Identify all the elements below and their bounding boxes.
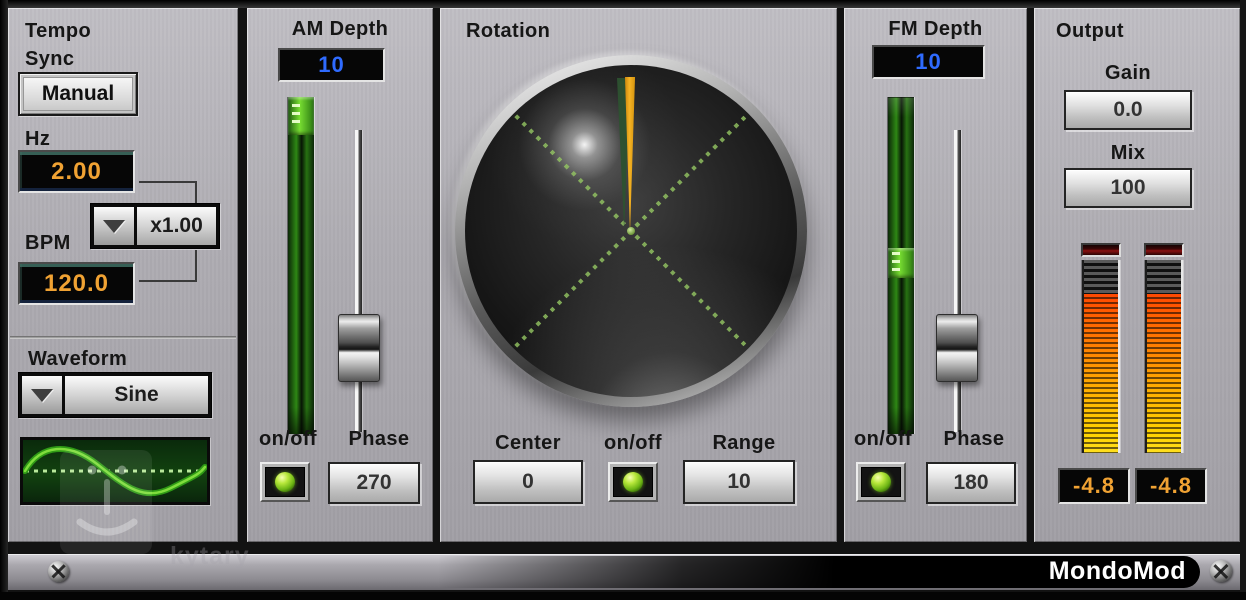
am-mod-meter-ticks	[292, 104, 300, 128]
chevron-down-icon	[31, 389, 53, 402]
frame-edge-right	[1240, 0, 1246, 600]
rotation-ball[interactable]	[465, 65, 797, 397]
rotation-hub-icon	[627, 227, 635, 235]
multiplier-dropdown-button[interactable]	[94, 207, 134, 245]
waveform-label: Waveform	[28, 348, 127, 371]
am-depth-label: AM Depth	[247, 18, 433, 41]
left-meter-headroom	[1084, 260, 1118, 294]
bpm-multiplier-connector	[139, 250, 197, 282]
center-label: Center	[480, 432, 576, 455]
range-field[interactable]: 10	[683, 460, 795, 504]
right-meter-level	[1147, 294, 1181, 453]
output-panel: Output Gain 0.0 Mix 100 -4.8 -4.8	[1034, 8, 1240, 542]
am-phase-field[interactable]: 270	[328, 462, 420, 504]
sine-wave-graphic	[23, 440, 207, 502]
sync-label: Sync	[25, 48, 74, 71]
rotation-ball-rim	[455, 55, 807, 407]
rotation-led-icon	[623, 472, 643, 492]
output-label: Output	[1056, 20, 1124, 43]
fm-led-icon	[871, 472, 891, 492]
left-meter-level	[1084, 294, 1118, 453]
waveform-selected-value[interactable]: Sine	[65, 376, 208, 414]
rotation-onoff-label: on/off	[592, 432, 674, 455]
waveform-scope-display	[20, 437, 210, 505]
mix-field[interactable]: 100	[1064, 168, 1192, 208]
fm-depth-slider-track[interactable]	[954, 130, 961, 432]
screw-icon	[1210, 560, 1232, 582]
center-field[interactable]: 0	[473, 460, 583, 504]
waveform-dropdown-button[interactable]	[22, 376, 62, 414]
am-depth-slider-handle[interactable]	[338, 314, 380, 382]
fm-depth-value-display[interactable]: 10	[872, 45, 985, 79]
frame-edge-bottom	[0, 592, 1246, 600]
am-depth-slider-track[interactable]	[355, 130, 362, 432]
fm-mod-meter	[888, 97, 914, 434]
rotation-led-well	[613, 467, 653, 497]
am-mod-meter-active-segment	[288, 97, 314, 135]
mix-label: Mix	[1068, 142, 1188, 165]
left-meter-value-display[interactable]: -4.8	[1058, 468, 1130, 504]
am-onoff-button[interactable]	[260, 462, 310, 502]
plugin-title: MondoMod	[1049, 557, 1186, 586]
rotation-label: Rotation	[466, 20, 550, 43]
tempo-mode-button[interactable]: Manual	[18, 72, 138, 116]
fm-depth-slider-handle[interactable]	[936, 314, 978, 382]
gain-field[interactable]: 0.0	[1064, 90, 1192, 130]
am-mod-meter	[288, 97, 314, 434]
frame-edge-left	[0, 0, 8, 600]
fm-phase-label: Phase	[928, 428, 1020, 451]
bottom-bar: MondoMod	[8, 554, 1240, 590]
am-led-icon	[275, 472, 295, 492]
right-output-meter	[1145, 260, 1183, 453]
fm-phase-field[interactable]: 180	[926, 462, 1016, 504]
frame-edge-top	[0, 0, 1246, 8]
waveform-section-divider	[10, 336, 236, 339]
fm-mod-meter-active-segment	[888, 248, 914, 278]
range-label: Range	[698, 432, 790, 455]
left-output-meter	[1082, 260, 1120, 453]
mondomod-plugin-window: Tempo Sync Manual Hz 2.00 x1.00 BPM 120.…	[0, 0, 1246, 600]
right-meter-headroom	[1147, 260, 1181, 294]
rotation-onoff-button[interactable]	[608, 462, 658, 502]
am-onoff-label: on/off	[248, 428, 328, 451]
fm-depth-label: FM Depth	[844, 18, 1027, 41]
right-meter-value-display[interactable]: -4.8	[1135, 468, 1207, 504]
bpm-value-display[interactable]: 120.0	[18, 262, 135, 305]
fm-depth-panel: FM Depth 10 on/off Phase 180	[844, 8, 1027, 542]
am-depth-panel: AM Depth 10 on/off Phase 270	[247, 8, 433, 542]
am-phase-label: Phase	[333, 428, 425, 451]
screw-icon	[48, 561, 69, 582]
tempo-multiplier-combo[interactable]: x1.00	[90, 203, 220, 249]
rotation-panel: Rotation Center 0 on/off Range 10	[440, 8, 837, 542]
left-clip-indicator[interactable]	[1081, 243, 1121, 257]
tempo-mode-button-label: Manual	[23, 77, 133, 111]
fm-mod-meter-ticks	[892, 252, 900, 274]
hz-value-display[interactable]: 2.00	[18, 150, 135, 193]
waveform-combo[interactable]: Sine	[18, 372, 212, 418]
fm-led-well	[861, 467, 901, 497]
hz-label: Hz	[25, 128, 50, 151]
tempo-label: Tempo	[25, 20, 91, 43]
am-depth-value-display[interactable]: 10	[278, 48, 385, 82]
bpm-label: BPM	[25, 232, 71, 255]
multiplier-value[interactable]: x1.00	[137, 207, 216, 245]
am-led-well	[265, 467, 305, 497]
fm-onoff-label: on/off	[844, 428, 922, 451]
right-clip-indicator[interactable]	[1144, 243, 1184, 257]
gain-label: Gain	[1068, 62, 1188, 85]
fm-onoff-button[interactable]	[856, 462, 906, 502]
chevron-down-icon	[103, 220, 125, 233]
tempo-sync-panel: Tempo Sync Manual Hz 2.00 x1.00 BPM 120.…	[8, 8, 238, 542]
